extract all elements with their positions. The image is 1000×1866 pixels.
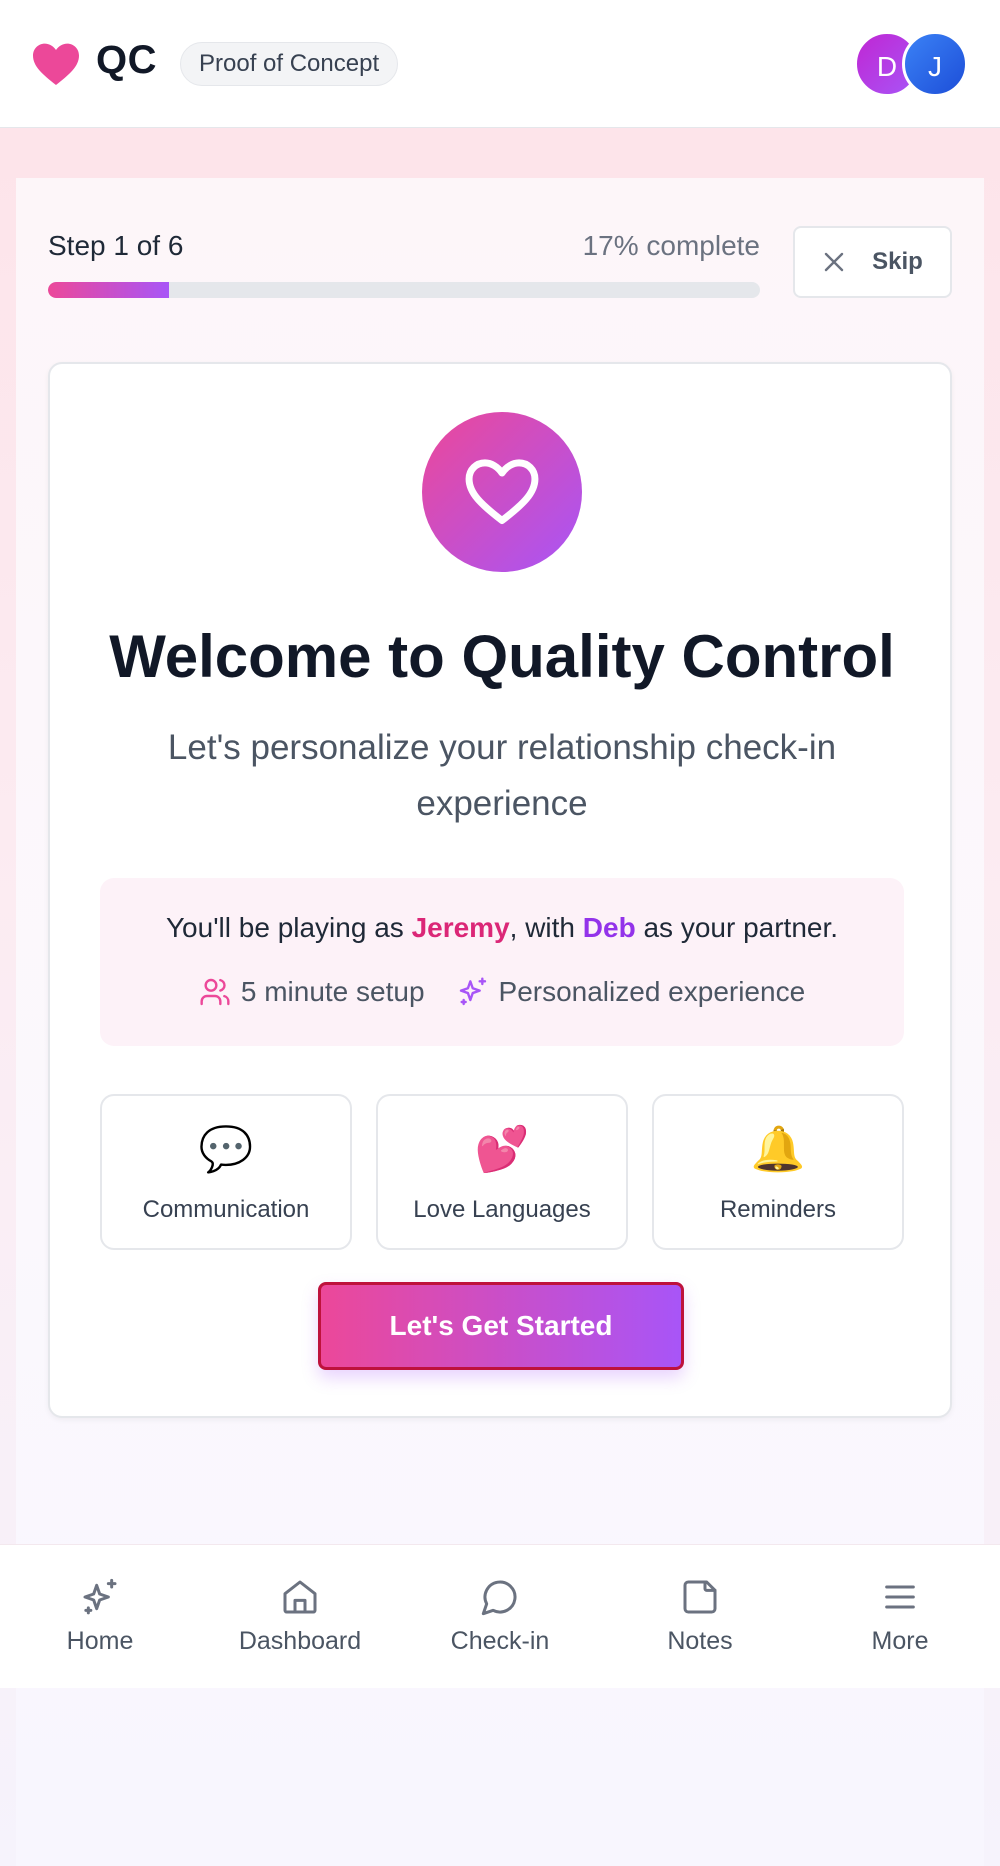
speech-bubble-icon: 💬 xyxy=(198,1125,254,1174)
two-hearts-icon: 💕 xyxy=(474,1125,530,1174)
home-icon xyxy=(283,1580,317,1614)
heart-icon xyxy=(465,459,539,524)
app-logo-text[interactable]: QC xyxy=(96,38,157,83)
info-middle: , with xyxy=(509,912,583,943)
nav-label: Home xyxy=(66,1627,134,1655)
info-prefix: You'll be playing as xyxy=(165,912,412,943)
users-icon xyxy=(200,978,230,1006)
info-box: You'll be playing as Jeremy, with Deb as… xyxy=(100,878,904,1046)
nav-label: Notes xyxy=(667,1627,733,1655)
feature-communication: 💬 Communication xyxy=(100,1094,352,1250)
message-circle-icon xyxy=(481,1580,517,1616)
welcome-subtitle: Let's personalize your relationship chec… xyxy=(167,728,837,823)
bottom-nav: Home Dashboard Check-in Notes More xyxy=(0,1544,1000,1688)
info-suffix: as your partner. xyxy=(635,912,839,943)
hero-badge xyxy=(422,412,582,572)
personalized-item: Personalized experience xyxy=(457,976,806,1008)
menu-icon xyxy=(885,1585,915,1609)
nav-item-check-in[interactable]: Check-in xyxy=(400,1545,600,1688)
sparkles-icon xyxy=(83,1578,117,1615)
progress-bar xyxy=(48,282,760,298)
poc-badge: Proof of Concept xyxy=(180,42,399,86)
welcome-title: Welcome to Quality Control xyxy=(109,623,895,690)
note-icon xyxy=(683,1580,717,1614)
nav-item-more[interactable]: More xyxy=(800,1545,1000,1688)
meta-row: 5 minute setup Personalized experience xyxy=(100,976,904,1008)
feature-label: Communication xyxy=(142,1196,310,1223)
step-label: Step 1 of 6 xyxy=(48,230,184,261)
nav-item-notes[interactable]: Notes xyxy=(600,1545,800,1688)
setup-time-item: 5 minute setup xyxy=(199,976,425,1008)
nav-item-home[interactable]: Home xyxy=(0,1545,200,1688)
feature-love-languages: 💕 Love Languages xyxy=(376,1094,628,1250)
heart-logo-icon xyxy=(33,43,79,85)
app-header: QC Proof of Concept D J xyxy=(0,0,1000,128)
feature-label: Love Languages xyxy=(413,1196,591,1223)
avatar-jeremy[interactable]: J xyxy=(902,31,968,97)
partner-name: Deb xyxy=(582,912,636,943)
feature-label: Reminders xyxy=(719,1196,837,1223)
nav-item-dashboard[interactable]: Dashboard xyxy=(200,1545,400,1688)
player-info-line: You'll be playing as Jeremy, with Deb as… xyxy=(100,912,904,944)
setup-time-label: 5 minute setup xyxy=(240,976,425,1007)
get-started-button[interactable]: Let's Get Started xyxy=(318,1282,684,1370)
welcome-card: Welcome to Quality Control Let's persona… xyxy=(48,362,952,1418)
nav-label: More xyxy=(871,1627,929,1655)
nav-label: Dashboard xyxy=(238,1627,362,1655)
percent-complete-label: 17% complete xyxy=(582,230,760,261)
personalized-label: Personalized experience xyxy=(498,976,806,1007)
skip-button[interactable]: Skip xyxy=(793,226,952,298)
sparkles-icon xyxy=(459,977,486,1006)
bell-icon: 🔔 xyxy=(750,1125,806,1174)
feature-reminders: 🔔 Reminders xyxy=(652,1094,904,1250)
player-name: Jeremy xyxy=(411,912,510,943)
feature-list: 💬 Communication 💕 Love Languages 🔔 Remin… xyxy=(100,1094,904,1250)
nav-label: Check-in xyxy=(450,1627,550,1655)
progress-fill xyxy=(48,282,170,298)
skip-label: Skip xyxy=(872,248,923,275)
close-icon xyxy=(824,252,844,272)
